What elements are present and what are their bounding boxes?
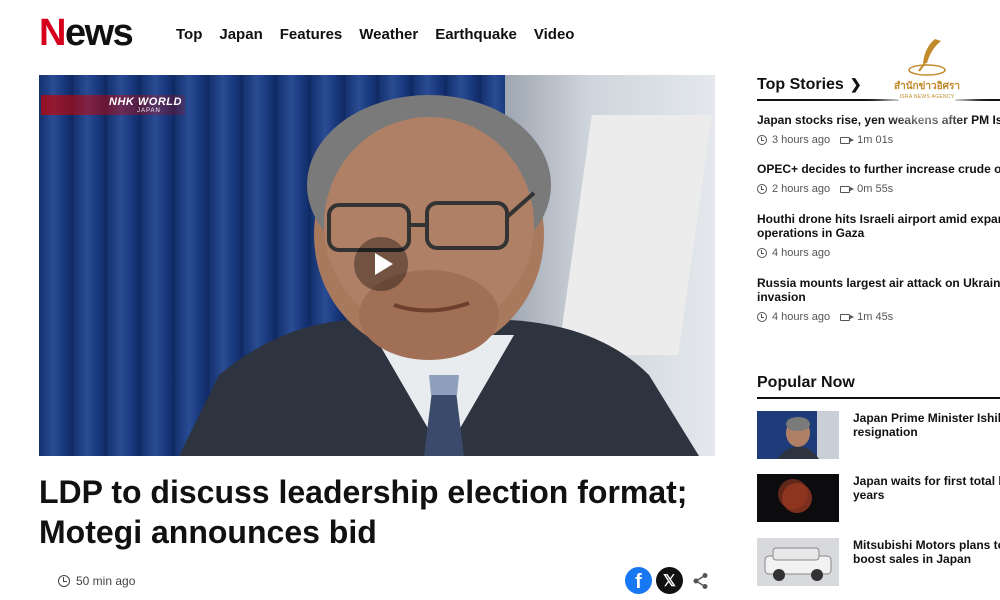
logo-letter-n: N — [39, 12, 66, 54]
story-item[interactable]: OPEC+ decides to further increase crude … — [757, 162, 1000, 195]
story-title-line2: operations in Gaza — [757, 226, 865, 240]
story-time: 2 hours ago — [772, 183, 831, 195]
story-meta: 3 hours ago 1m 01s — [757, 134, 1000, 146]
story-item[interactable]: Japan stocks rise, yen weakens after PM … — [757, 113, 1000, 146]
article-meta: 50 min ago — [58, 574, 135, 588]
main-nav: Top Japan Features Weather Earthquake Vi… — [176, 26, 591, 43]
story-meta: 4 hours ago — [757, 247, 1000, 259]
nhk-watermark-text: NHK WORLD — [109, 96, 182, 108]
quill-icon — [908, 38, 946, 76]
clock-icon — [757, 248, 767, 258]
story-duration: 1m 01s — [857, 134, 894, 146]
x-glyph: 𝕏 — [663, 572, 676, 590]
isra-news-badge: สำนักข่าวอิศรา ISRA NEWS AGENCY — [884, 25, 970, 111]
nav-video[interactable]: Video — [534, 26, 575, 43]
story-duration: 1m 45s — [857, 311, 894, 323]
facebook-glyph: f — [635, 571, 642, 593]
top-stories-title: Top Stories — [757, 76, 844, 93]
play-icon — [374, 253, 393, 275]
badge-english-text: ISRA NEWS AGENCY — [899, 93, 955, 100]
nav-japan[interactable]: Japan — [219, 26, 262, 43]
nhk-watermark-subtext: JAPAN — [137, 108, 161, 114]
story-title: Houthi drone hits Israeli airport amid e… — [757, 212, 1000, 226]
video-icon — [840, 136, 855, 144]
facebook-share-icon[interactable]: f — [625, 567, 652, 594]
popular-heading: Popular Now — [757, 374, 855, 391]
badge-thai-text: สำนักข่าวอิศรา — [893, 80, 960, 92]
article-headline[interactable]: LDP to discuss leadership election forma… — [39, 472, 719, 552]
story-meta: 4 hours ago 1m 45s — [757, 311, 1000, 323]
top-stories-heading[interactable]: Top Stories ❯ — [757, 76, 862, 94]
story-title: OPEC+ decides to further increase crude … — [757, 162, 1000, 176]
article-time: 50 min ago — [76, 574, 136, 588]
share-icon[interactable] — [687, 567, 714, 594]
popular-item[interactable]: Mitsubishi Motors plans to re boost sale… — [757, 538, 1000, 586]
popular-item[interactable]: Japan Prime Minister Ishiba resignation — [757, 411, 1000, 459]
story-time: 3 hours ago — [772, 134, 831, 146]
play-button[interactable] — [354, 237, 408, 291]
story-time: 4 hours ago — [772, 311, 831, 323]
popular-title: Mitsubishi Motors plans to re — [853, 538, 1000, 552]
popular-title-line2: years — [853, 488, 885, 502]
story-item[interactable]: Russia mounts largest air attack on Ukra… — [757, 276, 1000, 323]
popular-thumbnail — [757, 474, 839, 522]
story-title-line2: invasion — [757, 290, 806, 304]
story-meta: 2 hours ago 0m 55s — [757, 183, 1000, 195]
x-share-icon[interactable]: 𝕏 — [656, 567, 683, 594]
popular-title-line2: boost sales in Japan — [853, 552, 972, 566]
hero-video[interactable]: NHK WORLD JAPAN — [39, 75, 715, 456]
chevron-right-icon: ❯ — [849, 76, 862, 92]
popular-thumbnail — [757, 411, 839, 459]
popular-title-line2: resignation — [853, 425, 918, 439]
nav-earthquake[interactable]: Earthquake — [435, 26, 517, 43]
clock-icon — [757, 184, 767, 194]
video-icon — [840, 313, 855, 321]
story-time: 4 hours ago — [772, 247, 831, 259]
top-stories-divider — [757, 99, 1000, 101]
clock-icon — [757, 312, 767, 322]
popular-item[interactable]: Japan waits for first total lu years — [757, 474, 1000, 522]
clock-icon — [58, 575, 70, 587]
popular-title: Japan Prime Minister Ishiba — [853, 411, 1000, 425]
logo-text: ews — [64, 12, 134, 54]
nav-top[interactable]: Top — [176, 26, 202, 43]
popular-divider — [757, 397, 1000, 399]
video-icon — [840, 185, 855, 193]
news-logo[interactable]: News — [39, 12, 134, 55]
story-title: Japan stocks rise, yen weakens after PM … — [757, 113, 1000, 127]
nav-features[interactable]: Features — [280, 26, 343, 43]
story-item[interactable]: Houthi drone hits Israeli airport amid e… — [757, 212, 1000, 259]
story-duration: 0m 55s — [857, 183, 894, 195]
popular-title: Japan waits for first total lu — [853, 474, 1000, 488]
popular-thumbnail — [757, 538, 839, 586]
story-title: Russia mounts largest air attack on Ukra… — [757, 276, 1000, 290]
speaker-figure — [179, 95, 699, 456]
clock-icon — [757, 135, 767, 145]
nav-weather[interactable]: Weather — [359, 26, 418, 43]
share-bar: f 𝕏 — [625, 567, 714, 594]
